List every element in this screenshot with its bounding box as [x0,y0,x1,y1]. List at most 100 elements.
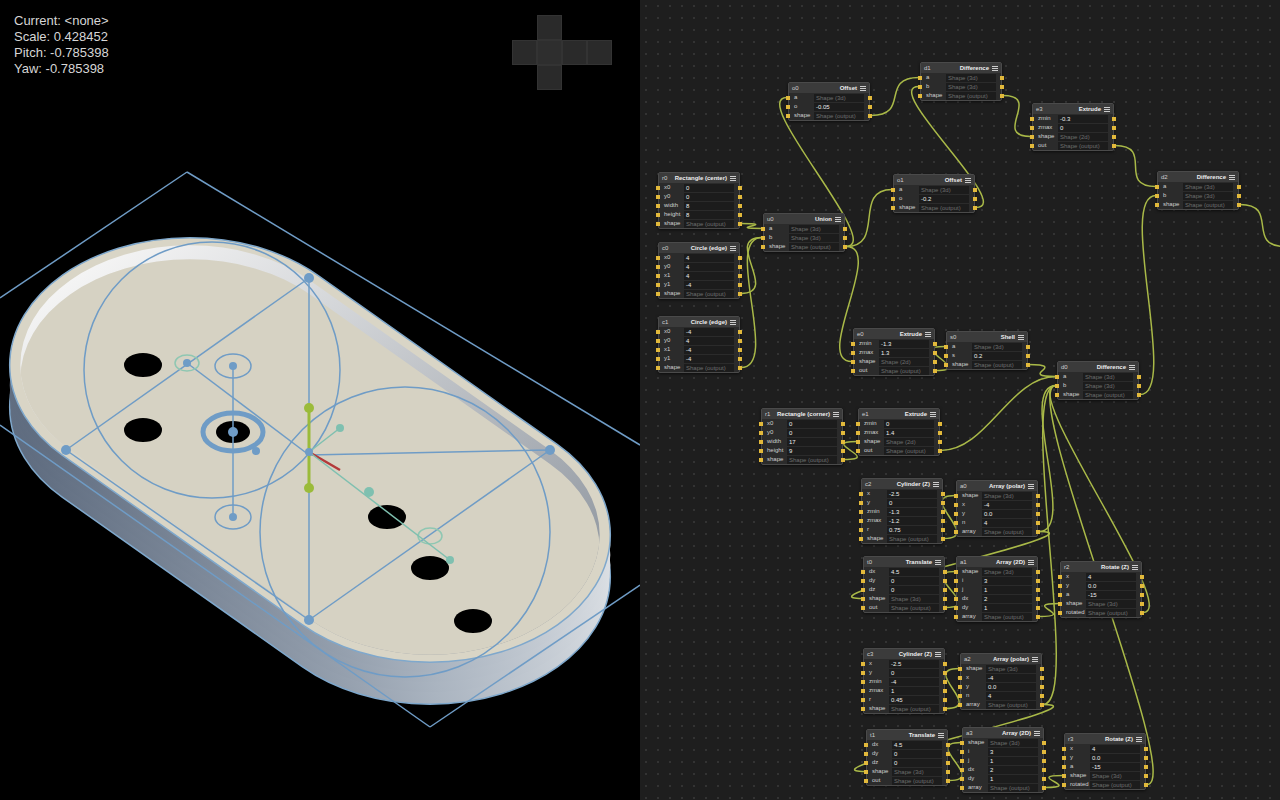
row-field[interactable]: 0.75 [887,526,937,534]
output-port[interactable] [946,779,950,783]
output-port[interactable] [841,440,845,444]
input-port[interactable] [656,204,660,208]
menu-icon[interactable] [860,86,866,91]
graph-node[interactable]: a1Array (2D)shapeShape (3d)i3j1dx2dy1arr… [956,556,1038,622]
input-port[interactable] [859,510,863,514]
menu-icon[interactable] [1034,731,1040,736]
row-field[interactable]: 1.4 [884,429,934,437]
input-port[interactable] [960,750,964,754]
row-field[interactable]: 4 [1090,745,1140,753]
node-title[interactable]: d2Difference [1158,172,1238,182]
graph-node[interactable]: s0ShellaShape (3d)s0.2shapeShape (output… [946,331,1028,370]
input-port[interactable] [861,680,865,684]
output-port[interactable] [1026,345,1030,349]
row-field[interactable]: 4 [684,263,734,271]
graph-node[interactable]: r0Rectangle (center)x00y00width8height8s… [658,172,740,229]
row-field[interactable]: 8 [684,211,734,219]
output-port[interactable] [738,222,742,226]
input-port[interactable] [1058,602,1062,606]
menu-icon[interactable] [1132,565,1138,570]
input-port[interactable] [861,698,865,702]
input-port[interactable] [918,85,922,89]
graph-node[interactable]: c1Circle (edge)x0-4y04x1-4y1-4shapeShape… [658,316,740,373]
input-port[interactable] [786,105,790,109]
output-port[interactable] [941,501,945,505]
row-field[interactable]: -15 [1086,591,1136,599]
row-field[interactable]: 4 [684,272,734,280]
row-field[interactable]: -4 [684,328,734,336]
row-field[interactable]: 3 [988,748,1038,756]
output-port[interactable] [868,105,872,109]
row-field[interactable]: 4 [982,519,1032,527]
input-port[interactable] [1030,144,1034,148]
output-port[interactable] [1112,117,1116,121]
input-port[interactable] [856,449,860,453]
output-port[interactable] [1036,570,1040,574]
output-port[interactable] [1237,203,1241,207]
input-port[interactable] [944,363,948,367]
output-port[interactable] [946,770,950,774]
output-port[interactable] [943,662,947,666]
row-field[interactable]: -2.5 [887,490,937,498]
input-port[interactable] [918,94,922,98]
output-port[interactable] [941,510,945,514]
output-port[interactable] [1036,615,1040,619]
row-field[interactable]: -4 [684,281,734,289]
output-port[interactable] [946,743,950,747]
output-port[interactable] [1036,579,1040,583]
output-port[interactable] [1237,185,1241,189]
input-port[interactable] [1030,117,1034,121]
output-port[interactable] [1140,584,1144,588]
node-title[interactable]: r3Rotate (Z) [1065,734,1145,744]
input-port[interactable] [954,570,958,574]
row-field[interactable]: 4.5 [892,741,942,749]
graph-node[interactable]: r2Rotate (Z)x4y0.0a-15shapeShape (3d)rot… [1060,561,1142,618]
graph-node[interactable]: a3Array (2D)shapeShape (3d)i3j1dx2dy1arr… [962,727,1044,793]
row-field[interactable]: 4 [684,254,734,262]
row-field[interactable]: 0 [892,750,942,758]
output-port[interactable] [738,195,742,199]
output-port[interactable] [1036,494,1040,498]
output-port[interactable] [973,206,977,210]
input-port[interactable] [656,348,660,352]
graph-node[interactable]: e0Extrudezmin-1.3zmax1.3shapeShape (2d)o… [853,328,935,376]
output-port[interactable] [933,342,937,346]
output-port[interactable] [1140,611,1144,615]
row-field[interactable]: 0.0 [1086,582,1136,590]
row-field[interactable]: 0 [889,669,939,677]
input-port[interactable] [1155,203,1159,207]
input-port[interactable] [954,521,958,525]
menu-icon[interactable] [730,246,736,251]
input-port[interactable] [958,676,962,680]
output-port[interactable] [1144,774,1148,778]
input-port[interactable] [954,579,958,583]
row-field[interactable]: -2.5 [889,660,939,668]
input-port[interactable] [1058,584,1062,588]
input-port[interactable] [656,357,660,361]
output-port[interactable] [738,330,742,334]
input-port[interactable] [656,283,660,287]
output-port[interactable] [1000,85,1004,89]
input-port[interactable] [856,422,860,426]
row-field[interactable]: 0 [684,193,734,201]
input-port[interactable] [891,188,895,192]
input-port[interactable] [960,768,964,772]
output-port[interactable] [738,256,742,260]
input-port[interactable] [759,431,763,435]
row-field[interactable]: 8 [684,202,734,210]
input-port[interactable] [861,707,865,711]
node-title[interactable]: c1Circle (edge) [659,317,739,327]
menu-icon[interactable] [1129,365,1135,370]
row-field[interactable]: 2 [988,766,1038,774]
row-field[interactable]: 4 [1086,573,1136,581]
input-port[interactable] [954,530,958,534]
output-port[interactable] [841,431,845,435]
output-port[interactable] [1112,144,1116,148]
row-field[interactable]: 17 [787,438,837,446]
input-port[interactable] [954,588,958,592]
output-port[interactable] [943,671,947,675]
output-port[interactable] [1042,768,1046,772]
input-port[interactable] [1030,126,1034,130]
input-port[interactable] [1055,375,1059,379]
input-port[interactable] [1062,747,1066,751]
